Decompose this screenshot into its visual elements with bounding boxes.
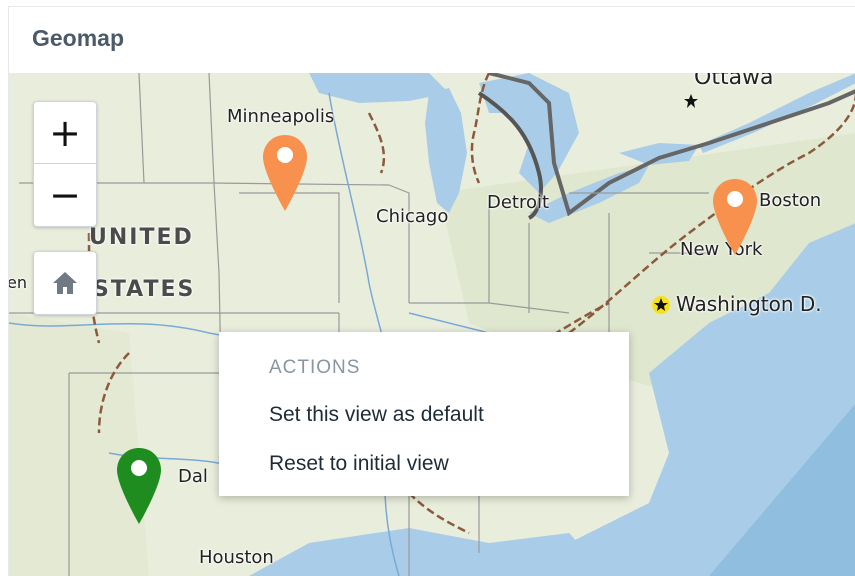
geomap-widget: Geomap Ottawa Minneapolis Chicago Detroi… [8,6,855,576]
label-edge: en [9,273,27,292]
widget-title: Geomap [32,25,125,51]
menu-item-reset-initial-view[interactable]: Reset to initial view [269,452,609,476]
zoom-in-button[interactable]: + [34,102,96,163]
label-chicago: Chicago [376,206,449,227]
label-dallas: Dal [178,466,208,487]
map-canvas[interactable]: Ottawa Minneapolis Chicago Detroit Bosto… [9,73,855,576]
label-minneapolis: Minneapolis [227,106,335,127]
capital-star-icon [652,296,670,314]
label-ottawa: Ottawa [694,73,774,90]
marker-new-york[interactable] [711,177,759,259]
label-washington: Washington D. [676,292,822,316]
capital-star-icon [684,94,698,108]
label-states: STATES [93,277,196,302]
label-houston: Houston [199,547,274,568]
label-detroit: Detroit [487,192,550,213]
menu-item-set-default-view[interactable]: Set this view as default [269,403,609,427]
home-icon [53,272,77,294]
label-united: UNITED [89,225,194,250]
marker-minneapolis[interactable] [261,133,309,215]
context-menu: ACTIONS Set this view as default Reset t… [219,332,629,496]
reset-view-button[interactable] [33,251,97,315]
label-boston: Boston [759,190,822,211]
zoom-controls: + − [33,101,97,227]
zoom-out-button[interactable]: − [34,163,96,225]
marker-dallas[interactable] [115,446,163,528]
widget-header: Geomap [9,7,855,73]
menu-header-actions: ACTIONS [269,357,361,378]
